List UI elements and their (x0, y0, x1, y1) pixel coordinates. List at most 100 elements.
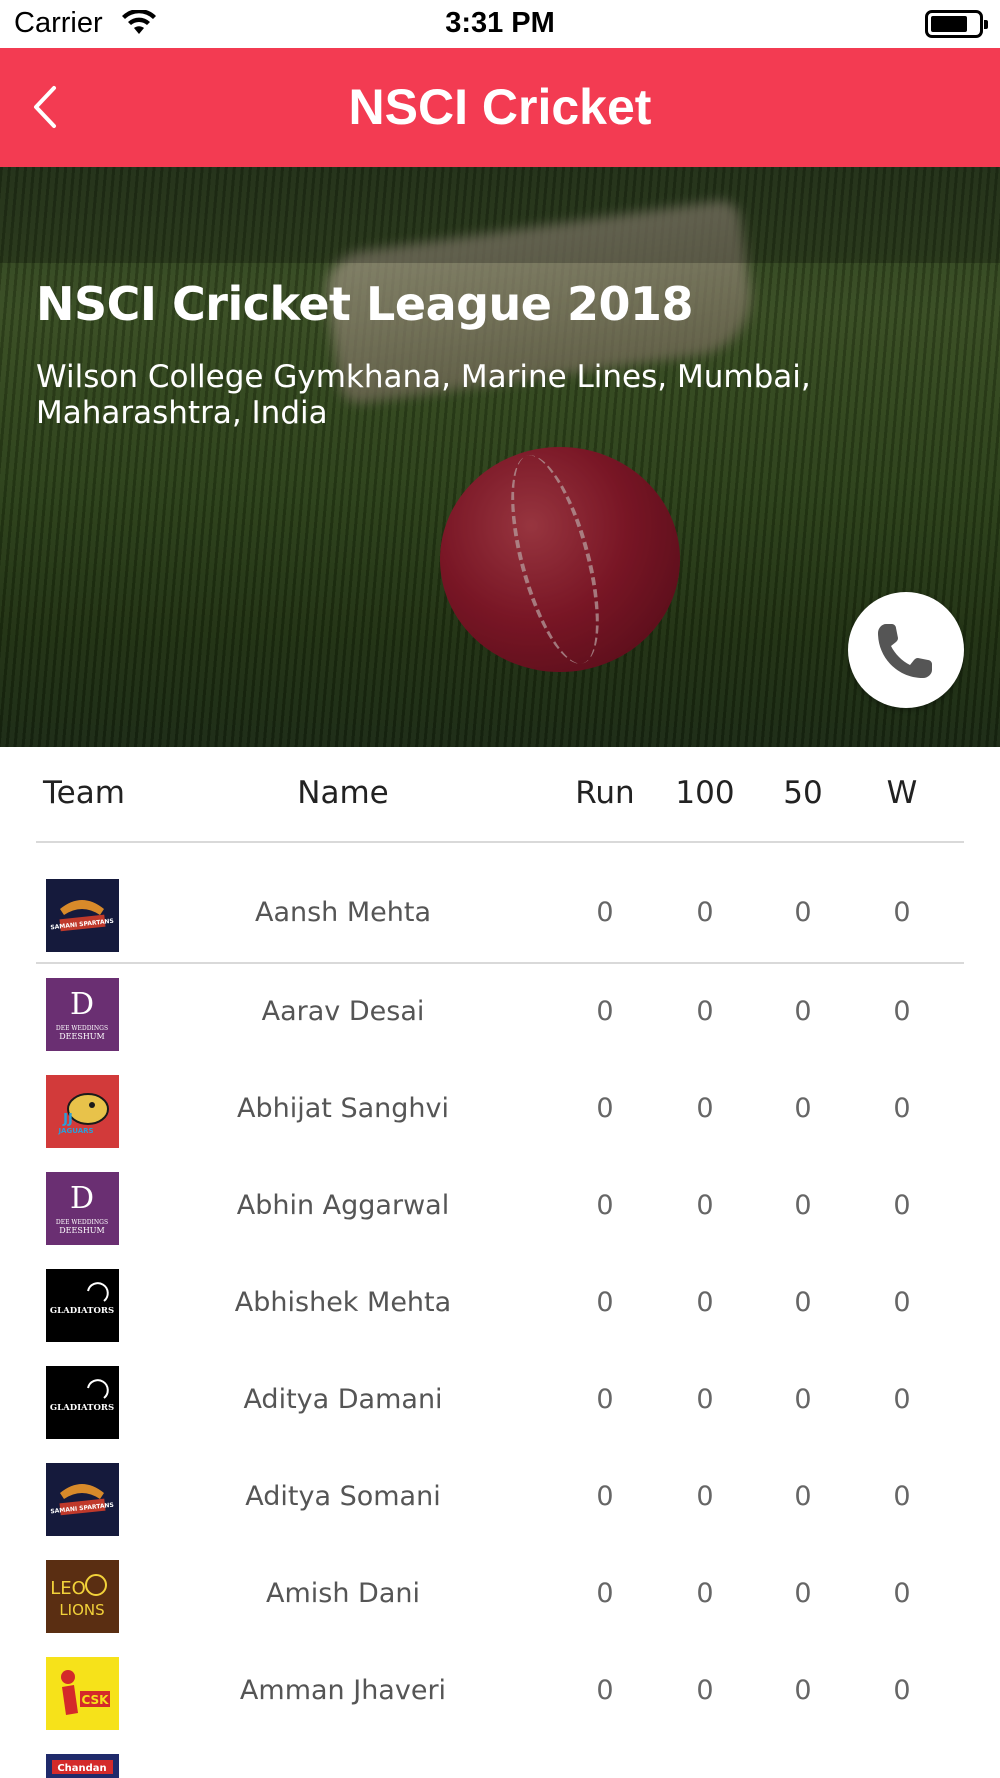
player-wickets: 0 (893, 1287, 911, 1318)
player-fifties: 0 (794, 1093, 812, 1124)
player-hundreds: 0 (696, 1190, 714, 1221)
table-row[interactable]: SAMANI SPARTANS Aditya Somani 0 0 0 0 (0, 1459, 1000, 1556)
table-row[interactable]: D DEE WEDDINGS DEESHUM Abhin Aggarwal 0 … (0, 1168, 1000, 1265)
banner-shade (0, 263, 1000, 747)
player-fifties: 0 (794, 1481, 812, 1512)
player-name: Aarav Desai (261, 996, 425, 1027)
player-hundreds: 0 (696, 1481, 714, 1512)
svg-text:JAGUARS: JAGUARS (57, 1127, 93, 1135)
header-name: Name (297, 775, 389, 811)
team-logo-leo-lions: LEO LIONS (46, 1560, 119, 1633)
header-divider (36, 841, 964, 843)
player-runs: 0 (596, 1578, 614, 1609)
svg-text:GLADIATORS: GLADIATORS (50, 1403, 114, 1413)
player-fifties: 0 (794, 996, 812, 1027)
player-runs: 0 (596, 1093, 614, 1124)
leaderboard-table: Team Name Run 100 50 W SAMANI SPARTANS A… (0, 747, 1000, 1778)
svg-text:CSK: CSK (82, 1693, 110, 1707)
status-time: 3:31 PM (445, 7, 555, 39)
event-title: NSCI Cricket League 2018 (36, 277, 694, 331)
player-fifties: 0 (794, 1384, 812, 1415)
svg-text:Chandan: Chandan (57, 1763, 106, 1774)
player-fifties: 0 (794, 1190, 812, 1221)
table-row[interactable]: LEO LIONS Amish Dani 0 0 0 0 (0, 1556, 1000, 1653)
svg-text:DEESHUM: DEESHUM (59, 1032, 104, 1041)
player-hundreds: 0 (696, 1675, 714, 1706)
banner-top-shade (0, 167, 1000, 263)
team-logo-gladiators: GLADIATORS (46, 1269, 119, 1342)
page-title: NSCI Cricket (348, 79, 652, 135)
player-wickets: 0 (893, 1675, 911, 1706)
player-runs: 0 (596, 1675, 614, 1706)
svg-text:LEO: LEO (50, 1578, 86, 1599)
team-logo-gladiators: GLADIATORS (46, 1366, 119, 1439)
player-wickets: 0 (893, 1578, 911, 1609)
player-wickets: 0 (893, 1384, 911, 1415)
player-hundreds: 0 (696, 1384, 714, 1415)
table-header: Team Name Run 100 50 W (0, 747, 1000, 843)
header-wickets: W (886, 775, 918, 811)
table-row[interactable]: GLADIATORS Aditya Damani 0 0 0 0 (0, 1362, 1000, 1459)
table-row[interactable]: SAMANI SPARTANS Aansh Mehta 0 0 0 0 (0, 875, 1000, 972)
player-runs: 0 (596, 996, 614, 1027)
table-row[interactable]: GLADIATORS Abhishek Mehta 0 0 0 0 (0, 1265, 1000, 1362)
player-name: Aditya Somani (245, 1481, 441, 1512)
team-logo-samani-spartans: SAMANI SPARTANS (46, 879, 119, 952)
player-hundreds: 0 (696, 1287, 714, 1318)
table-row[interactable]: CSK Amman Jhaveri 0 0 0 0 (0, 1653, 1000, 1750)
player-runs: 0 (596, 1384, 614, 1415)
player-wickets: 0 (893, 1093, 911, 1124)
row-divider (36, 962, 964, 964)
team-logo-csk: CSK (46, 1657, 119, 1730)
header-hundreds: 100 (675, 775, 735, 811)
player-hundreds: 0 (696, 1093, 714, 1124)
svg-text:LIONS: LIONS (59, 1601, 104, 1619)
player-runs: 0 (596, 1481, 614, 1512)
player-runs: 0 (596, 1190, 614, 1221)
player-fifties: 0 (794, 1675, 812, 1706)
table-row[interactable]: JJ JAGUARS Abhijat Sanghvi 0 0 0 0 (0, 1071, 1000, 1168)
player-name: Aansh Mehta (254, 897, 432, 928)
svg-text:DEESHUM: DEESHUM (59, 1226, 104, 1235)
table-row[interactable]: D DEE WEDDINGS DEESHUM Aarav Desai 0 0 0… (0, 974, 1000, 1071)
player-wickets: 0 (893, 1481, 911, 1512)
event-location: Wilson College Gymkhana, Marine Lines, M… (36, 359, 811, 431)
player-runs: 0 (596, 1287, 614, 1318)
player-hundreds: 0 (696, 897, 714, 928)
header-run: Run (575, 775, 635, 811)
svg-text:DEE WEDDINGS: DEE WEDDINGS (56, 1025, 108, 1032)
table-row[interactable]: Chandan (0, 1750, 1000, 1778)
player-name: Abhishek Mehta (234, 1287, 452, 1318)
team-logo-samani-spartans: SAMANI SPARTANS (46, 1463, 119, 1536)
team-logo-deeshum: D DEE WEDDINGS DEESHUM (46, 1172, 119, 1245)
player-hundreds: 0 (696, 1578, 714, 1609)
battery-icon (925, 10, 988, 38)
call-button[interactable] (848, 592, 964, 708)
svg-text:D: D (70, 987, 94, 1022)
player-hundreds: 0 (696, 996, 714, 1027)
status-bar: Carrier 3:31 PM (0, 0, 1000, 48)
svg-text:JJ: JJ (62, 1112, 73, 1127)
player-fifties: 0 (794, 1287, 812, 1318)
header-fifties: 50 (783, 775, 823, 811)
navigation-bar: NSCI Cricket (0, 48, 1000, 167)
svg-text:D: D (70, 1181, 94, 1216)
player-wickets: 0 (893, 897, 911, 928)
player-wickets: 0 (893, 1190, 911, 1221)
player-name: Amish Dani (266, 1578, 420, 1609)
team-logo-chandan: Chandan (46, 1754, 119, 1778)
player-runs: 0 (596, 897, 614, 928)
player-name: Abhin Aggarwal (236, 1190, 450, 1221)
event-banner: NSCI Cricket League 2018 Wilson College … (0, 167, 1000, 747)
player-name: Abhijat Sanghvi (237, 1093, 449, 1124)
phone-icon (878, 624, 932, 678)
player-name: Aditya Damani (243, 1384, 443, 1415)
player-fifties: 0 (794, 1578, 812, 1609)
player-fifties: 0 (794, 897, 812, 928)
svg-text:DEE WEDDINGS: DEE WEDDINGS (56, 1219, 108, 1226)
team-logo-deeshum: D DEE WEDDINGS DEESHUM (46, 978, 119, 1051)
svg-text:GLADIATORS: GLADIATORS (50, 1306, 114, 1316)
player-name: Amman Jhaveri (239, 1675, 447, 1706)
team-logo-jj-jaguars: JJ JAGUARS (46, 1075, 119, 1148)
player-wickets: 0 (893, 996, 911, 1027)
